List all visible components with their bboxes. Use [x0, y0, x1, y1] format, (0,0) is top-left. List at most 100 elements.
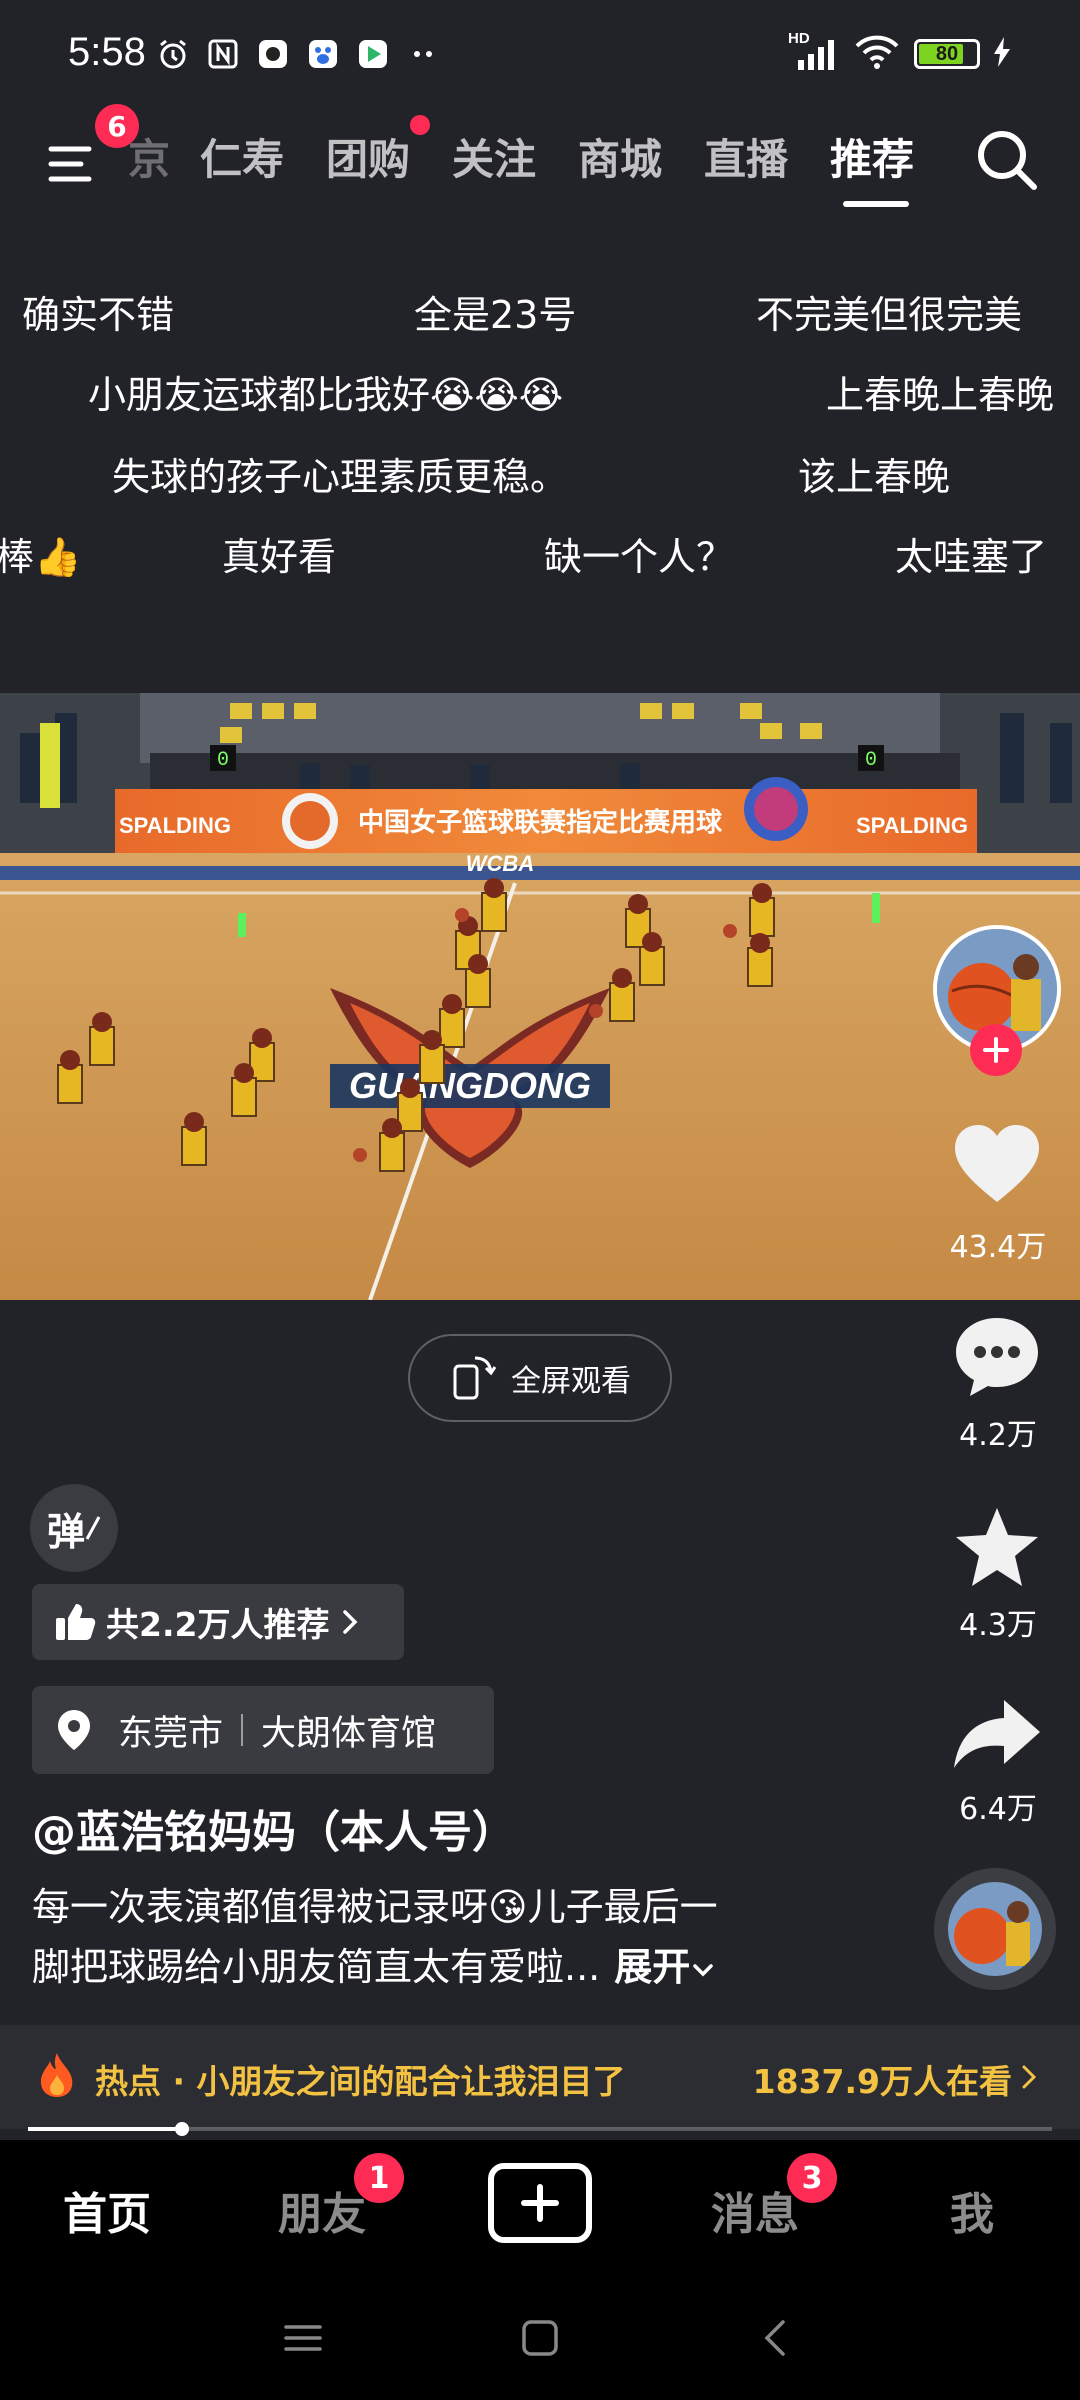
tab-recommend[interactable]: 推荐 [830, 125, 922, 207]
video-player[interactable]: 0 0 SPALDING 中国女子篮球联赛指定比赛用球 SPALDING WCB… [0, 693, 1080, 1300]
recommend-label: 共2.2万人推荐 [106, 1605, 330, 1644]
tab-me[interactable]: 我 [950, 2178, 994, 2242]
wifi-icon [854, 34, 900, 74]
danmaku-comment: 上春晚上春晚 [826, 373, 1055, 417]
nfc-icon [205, 36, 241, 72]
heart-icon [955, 1125, 1039, 1202]
share-arrow-icon [954, 1700, 1040, 1768]
expand-button[interactable]: 展开 [614, 1945, 716, 1989]
more-notifications-icon [405, 36, 441, 72]
brand-right: SPALDING [856, 813, 968, 838]
danmaku-comment: 缺一个人？ [544, 535, 735, 579]
hot-topic-label: 热点 · 小朋友之间的配合让我泪目了 [95, 2062, 626, 2101]
recents-button[interactable] [278, 2313, 328, 2363]
chevron-down-icon [693, 1964, 714, 1977]
tab-live[interactable]: 直播 [704, 125, 788, 195]
danmaku-slash-icon [85, 1516, 101, 1540]
home-button[interactable] [515, 2313, 565, 2363]
danmaku-comment: 棒👍 [0, 535, 82, 579]
plus-icon [521, 2184, 559, 2222]
description-text: 脚把球踢给小朋友简直太有爱啦... [32, 1945, 601, 1989]
alarm-icon [155, 36, 191, 72]
menu-button[interactable] [45, 133, 107, 195]
fullscreen-label: 全屏观看 [511, 1364, 631, 1399]
active-tab-underline [843, 201, 909, 207]
tab-renshou[interactable]: 仁寿 [200, 125, 284, 195]
app-notification-icon [255, 36, 291, 72]
top-nav: 京 仁寿 团购 关注 商城 直播 推荐 [0, 115, 1080, 220]
hot-viewers: 1837.9万人在看 [752, 2062, 1012, 2101]
banner-text: 中国女子篮球联赛指定比赛用球 [358, 807, 723, 838]
recommend-pill[interactable]: 共2.2万人推荐 [32, 1584, 404, 1660]
tab-messages[interactable]: 消息 [711, 2178, 799, 2242]
hot-topic-bar[interactable]: 热点 · 小朋友之间的配合让我泪目了 1837.9万人在看 [0, 2025, 1080, 2129]
favorite-count: 4.3万 [959, 1608, 1037, 1643]
author-name[interactable]: @蓝浩铭妈妈（本人号） [32, 1796, 516, 1860]
search-button[interactable] [972, 125, 1042, 195]
danmaku-comment: 不完美但很完美 [756, 293, 1023, 337]
thumbs-up-icon [56, 1604, 96, 1640]
location-pin-icon [58, 1710, 90, 1750]
like-button[interactable] [952, 1122, 1042, 1210]
location-pill[interactable]: 东莞市 大朗体育馆 [32, 1686, 494, 1774]
court-logo: GUANGDONG [349, 1065, 591, 1106]
fire-icon [40, 2053, 73, 2097]
search-icon [978, 131, 1037, 190]
follow-button[interactable] [970, 1024, 1022, 1076]
share-count: 6.4万 [959, 1792, 1037, 1827]
music-cover-image [948, 1882, 1042, 1976]
comment-button[interactable] [952, 1314, 1042, 1404]
league-logo: WCBA [466, 851, 534, 876]
charging-icon [994, 37, 1010, 71]
progress-fill [28, 2127, 182, 2131]
danmaku-comment: 该上春晚 [798, 455, 951, 499]
danmaku-comment: 小朋友运球都比我好😭😭😭 [88, 373, 564, 417]
video-frame: 0 0 SPALDING 中国女子篮球联赛指定比赛用球 SPALDING WCB… [0, 693, 1080, 1300]
tab-group-buy[interactable]: 团购 [326, 125, 410, 195]
hamburger-icon [48, 146, 92, 182]
score-left: 0 [217, 749, 229, 772]
tab-following[interactable]: 关注 [452, 125, 536, 195]
network-type: HD [788, 30, 810, 47]
share-button[interactable] [952, 1694, 1042, 1778]
create-button[interactable] [488, 2163, 592, 2243]
danmaku-comment: 全是23号 [414, 293, 577, 337]
location-city: 东莞市 [118, 1713, 224, 1754]
tab-recommend-label: 推荐 [830, 135, 915, 184]
danmaku-comment: 太哇塞了 [895, 535, 1048, 579]
danmaku-toggle-label: 弹 [46, 1509, 85, 1554]
video-progress-bar[interactable] [28, 2122, 1052, 2136]
comment-count: 4.2万 [959, 1418, 1037, 1453]
bottom-tabbar: 首页 朋友 1 消息 3 我 [0, 2140, 1080, 2275]
tab-home[interactable]: 首页 [63, 2178, 151, 2242]
system-nav-bar [0, 2275, 1080, 2400]
tab-friends[interactable]: 朋友 [278, 2178, 366, 2242]
progress-knob[interactable] [174, 2122, 189, 2136]
favorite-button[interactable] [952, 1504, 1042, 1594]
expand-label: 展开 [614, 1945, 691, 1989]
score-right: 0 [865, 749, 877, 772]
like-count: 43.4万 [949, 1230, 1047, 1265]
home-square-icon [522, 2320, 558, 2356]
menu-badge: 6 [95, 104, 139, 148]
group-buy-dot [410, 115, 430, 135]
chevron-right-icon [343, 1610, 358, 1634]
status-bar: 5:58 HD 80 [0, 0, 1080, 115]
brand-left: SPALDING [119, 813, 231, 838]
description-line-1: 每一次表演都值得被记录呀😘儿子最后一 [32, 1885, 718, 1929]
description-line-2: 脚把球踢给小朋友简直太有爱啦... 展开 [32, 1936, 716, 1991]
status-time: 5:58 [68, 30, 146, 74]
play-store-icon [355, 36, 391, 72]
notification-icons [155, 36, 441, 72]
messages-badge: 3 [787, 2153, 837, 2203]
tab-mall[interactable]: 商城 [578, 125, 662, 195]
danmaku-toggle-button[interactable]: 弹 [30, 1484, 118, 1572]
menu-lines-icon [284, 2325, 322, 2351]
danmaku-comment: 确实不错 [22, 293, 175, 337]
music-disc[interactable] [934, 1868, 1056, 1990]
battery-indicator: 80 [914, 39, 980, 69]
rotate-screen-icon [453, 1356, 497, 1400]
back-button[interactable] [752, 2313, 802, 2363]
signal-icon: HD [788, 30, 840, 72]
fullscreen-button[interactable]: 全屏观看 [408, 1334, 672, 1422]
